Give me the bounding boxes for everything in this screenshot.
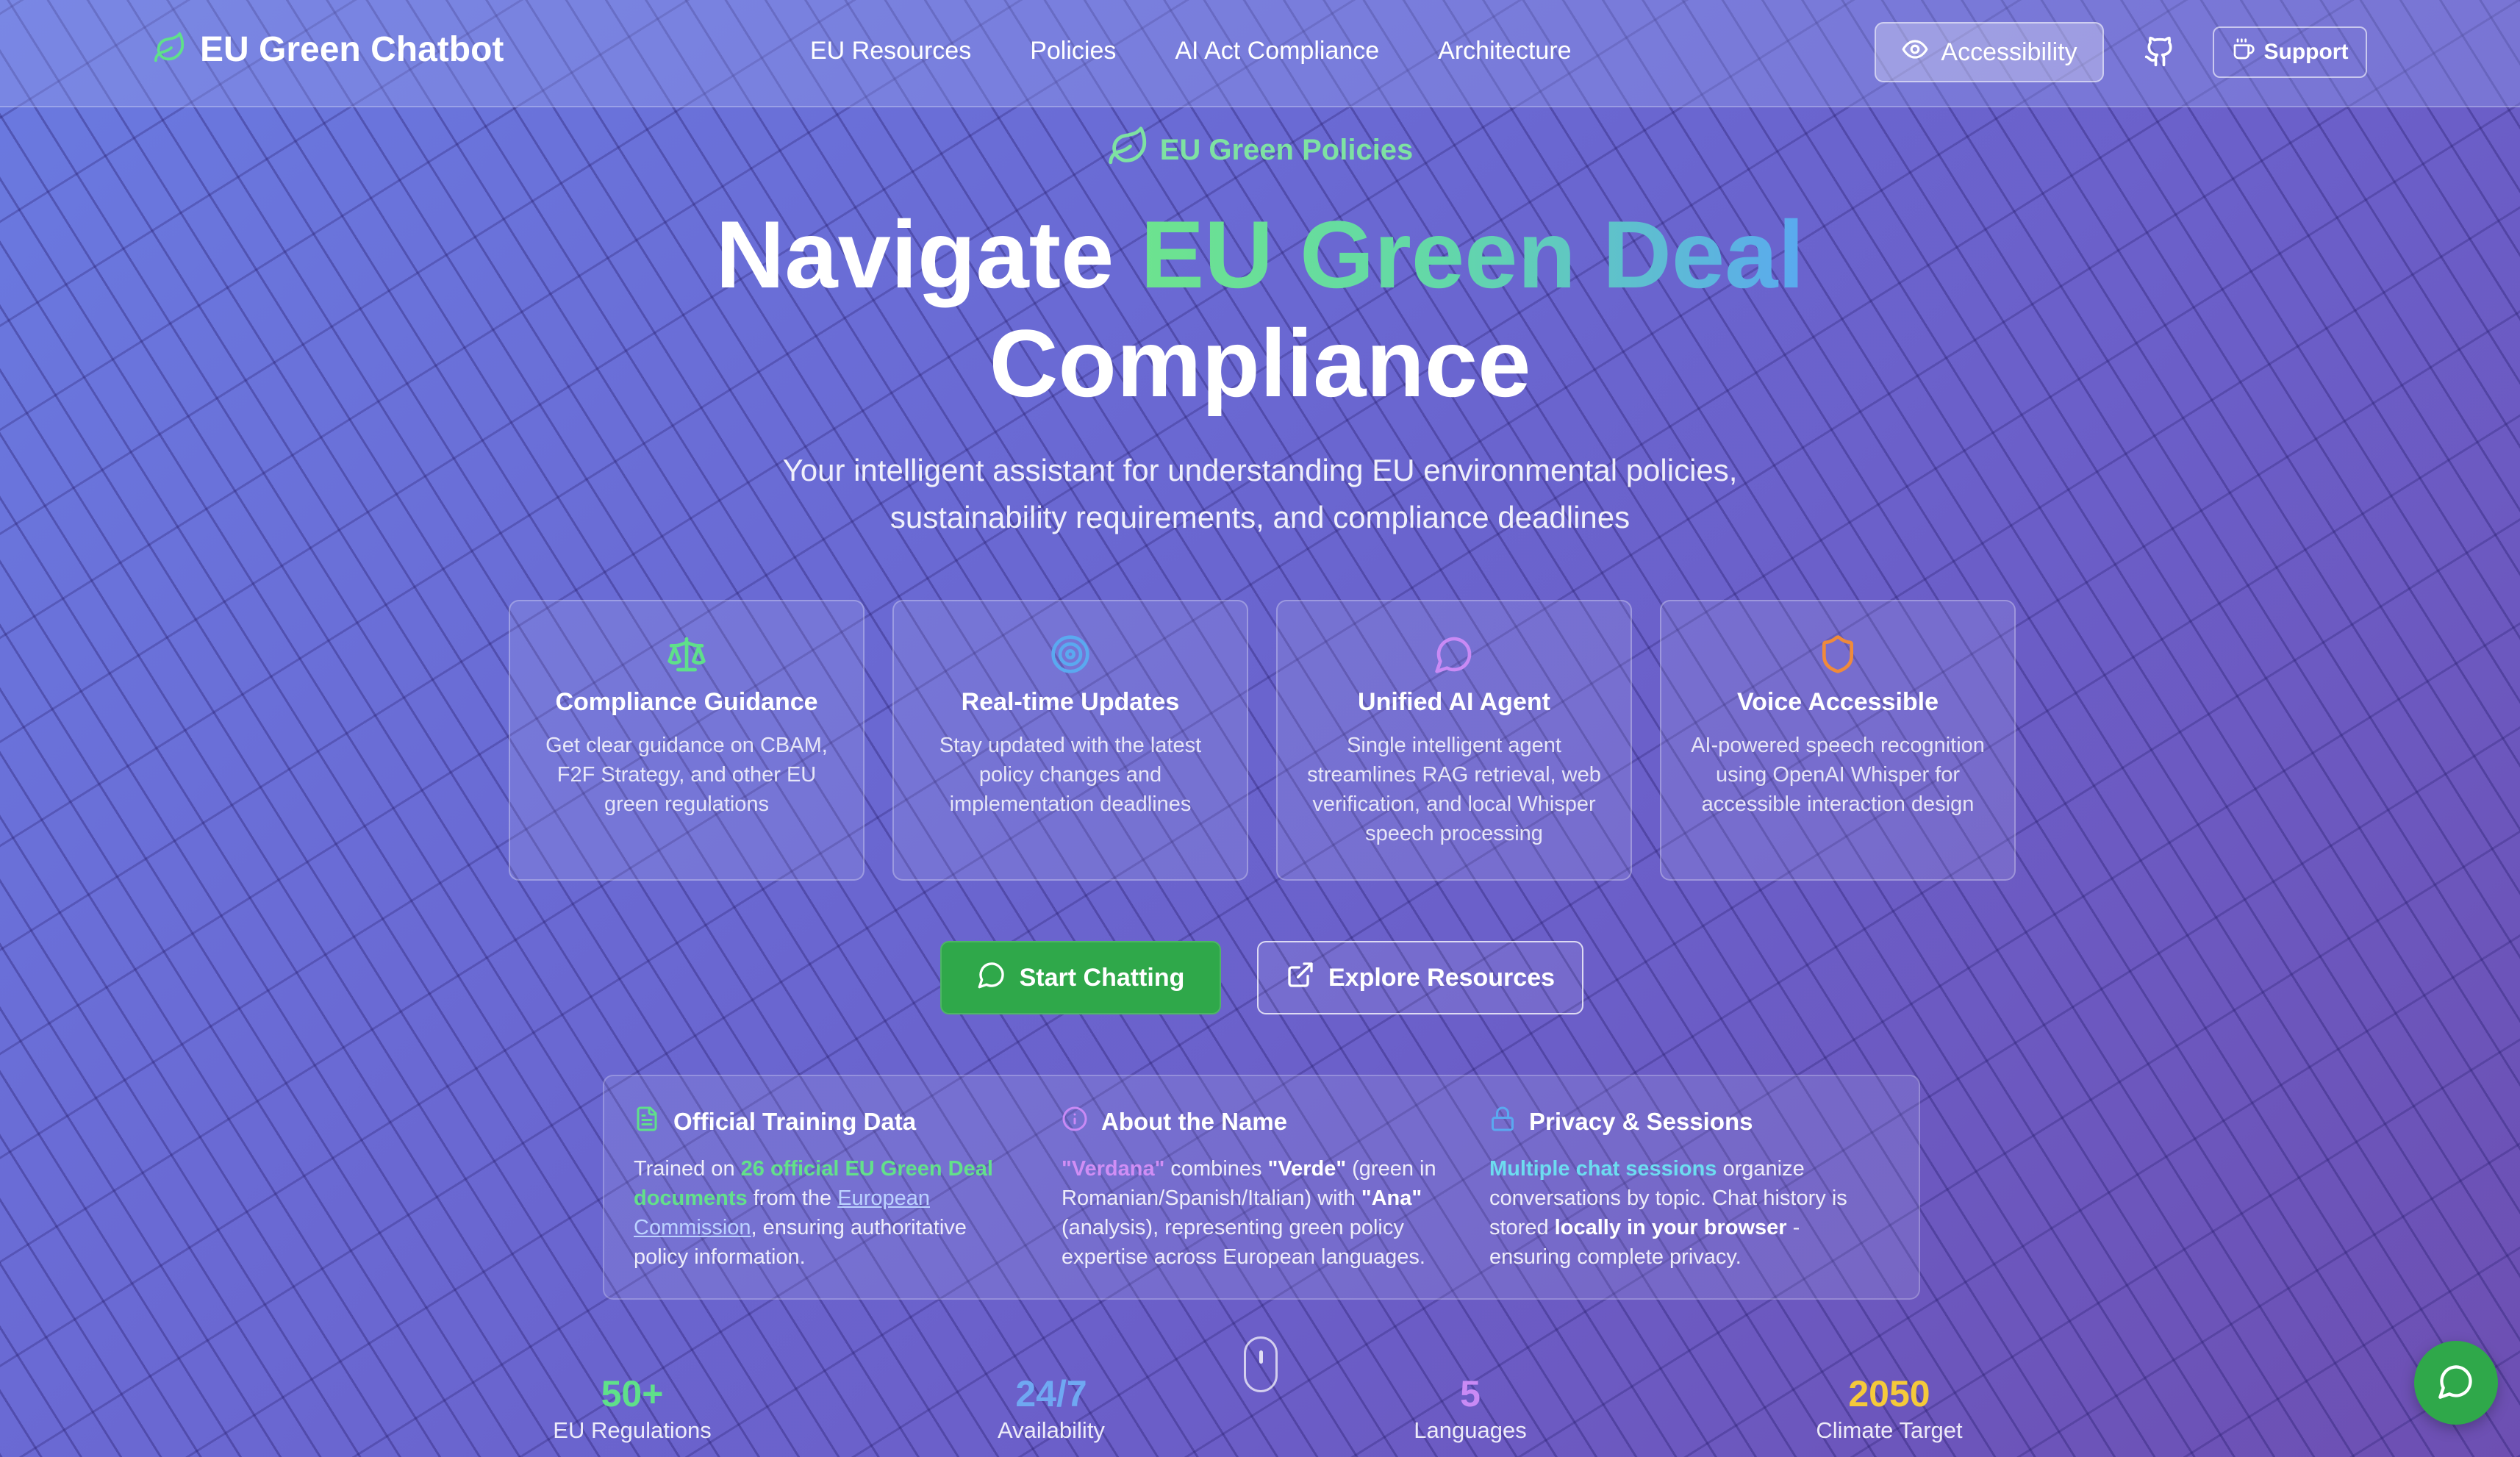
start-chatting-button[interactable]: Start Chatting bbox=[940, 941, 1221, 1014]
shield-icon bbox=[1661, 634, 2014, 675]
nav-link-policies[interactable]: Policies bbox=[1030, 37, 1116, 65]
chat-launcher-button[interactable] bbox=[2414, 1341, 2498, 1425]
stat-value: 24/7 bbox=[1015, 1373, 1087, 1414]
info-panel: Official Training Data Trained on 26 off… bbox=[603, 1075, 1920, 1300]
info-body: Multiple chat sessions organize conversa… bbox=[1489, 1154, 1864, 1272]
text: Trained on bbox=[634, 1157, 741, 1181]
bold-text: "Verde" bbox=[1267, 1157, 1347, 1181]
highlight-text: "Verdana" bbox=[1062, 1157, 1165, 1181]
scroll-indicator-icon bbox=[1244, 1336, 1278, 1392]
stat-availability: 24/7 Availability bbox=[941, 1372, 1161, 1445]
hero-eyebrow: EU Green Policies bbox=[0, 125, 2520, 175]
accessibility-label: Accessibility bbox=[1941, 37, 2077, 66]
feature-title: Real-time Updates bbox=[961, 688, 1180, 716]
start-chatting-label: Start Chatting bbox=[1019, 963, 1185, 992]
chat-bubble-icon bbox=[2437, 1362, 2475, 1404]
stat-label: Climate Target bbox=[1816, 1417, 1963, 1443]
hero-subtitle-line1: Your intelligent assistant for understan… bbox=[782, 453, 1738, 487]
stat-value: 2050 bbox=[1848, 1373, 1930, 1414]
bold-text: locally in your browser bbox=[1554, 1216, 1787, 1239]
info-icon bbox=[1062, 1106, 1088, 1138]
lock-icon bbox=[1489, 1106, 1516, 1138]
external-link-icon bbox=[1286, 960, 1315, 996]
eye-icon bbox=[1901, 35, 1929, 70]
coffee-icon bbox=[2232, 37, 2255, 67]
stat-label: Languages bbox=[1414, 1417, 1527, 1443]
info-privacy: Privacy & Sessions Multiple chat session… bbox=[1489, 1106, 1864, 1272]
feature-desc: AI-powered speech recognition using Open… bbox=[1691, 734, 1985, 816]
text: from the bbox=[747, 1186, 838, 1210]
hero-title-highlight: EU Green Deal bbox=[1140, 201, 1805, 308]
accessibility-button[interactable]: Accessibility bbox=[1875, 22, 2104, 82]
support-button[interactable]: Support bbox=[2213, 26, 2367, 78]
feature-desc: Stay updated with the latest policy chan… bbox=[939, 734, 1202, 816]
stat-regulations: 50+ EU Regulations bbox=[522, 1372, 742, 1445]
stat-climate-target: 2050 Climate Target bbox=[1779, 1372, 2000, 1445]
text: combines bbox=[1164, 1157, 1268, 1181]
stat-value: 50+ bbox=[601, 1373, 664, 1414]
document-icon bbox=[634, 1106, 660, 1138]
info-title: Privacy & Sessions bbox=[1529, 1108, 1753, 1135]
brand-name: EU Green Chatbot bbox=[200, 30, 504, 69]
feature-title: Compliance Guidance bbox=[555, 688, 818, 716]
scale-icon bbox=[510, 634, 863, 675]
stat-value: 5 bbox=[1460, 1373, 1481, 1414]
explore-resources-label: Explore Resources bbox=[1328, 963, 1556, 992]
feature-card-compliance: Compliance Guidance Get clear guidance o… bbox=[509, 600, 865, 881]
github-icon[interactable] bbox=[2144, 35, 2176, 68]
stat-label: Availability bbox=[998, 1417, 1105, 1443]
text: (analysis), representing green policy ex… bbox=[1062, 1216, 1425, 1269]
hero-title: Navigate EU Green Deal bbox=[0, 200, 2520, 309]
target-icon bbox=[894, 634, 1247, 675]
leaf-icon bbox=[1107, 125, 1150, 175]
bold-text: "Ana" bbox=[1361, 1186, 1422, 1210]
chat-bubble-icon bbox=[977, 960, 1006, 996]
support-label: Support bbox=[2263, 40, 2349, 64]
feature-desc: Single intelligent agent streamlines RAG… bbox=[1307, 734, 1601, 845]
feature-card-voice: Voice Accessible AI-powered speech recog… bbox=[1660, 600, 2016, 881]
eyebrow-label: EU Green Policies bbox=[1159, 133, 1414, 166]
info-training: Official Training Data Trained on 26 off… bbox=[634, 1106, 1009, 1272]
hero-subtitle-line2: sustainability requirements, and complia… bbox=[889, 500, 1631, 534]
brand[interactable]: EU Green Chatbot bbox=[153, 29, 504, 70]
hero-title-line2: Compliance bbox=[989, 309, 1531, 417]
info-title: About the Name bbox=[1101, 1108, 1288, 1135]
nav-link-architecture[interactable]: Architecture bbox=[1438, 37, 1571, 65]
info-title: Official Training Data bbox=[673, 1108, 917, 1135]
feature-desc: Get clear guidance on CBAM, F2F Strategy… bbox=[545, 734, 828, 816]
feature-card-updates: Real-time Updates Stay updated with the … bbox=[892, 600, 1248, 881]
leaf-icon bbox=[153, 31, 187, 68]
feature-title: Voice Accessible bbox=[1736, 688, 1939, 716]
nav-link-ai-act-compliance[interactable]: AI Act Compliance bbox=[1175, 37, 1379, 65]
nav-links: EU Resources Policies AI Act Compliance … bbox=[810, 37, 1572, 65]
highlight-text: Multiple chat sessions bbox=[1489, 1157, 1717, 1181]
info-body: "Verdana" combines "Verde" (green in Rom… bbox=[1062, 1154, 1436, 1272]
stat-label: EU Regulations bbox=[553, 1417, 712, 1443]
hero-title-plain: Navigate bbox=[715, 201, 1141, 308]
explore-resources-button[interactable]: Explore Resources bbox=[1257, 941, 1583, 1014]
feature-card-ai-agent: Unified AI Agent Single intelligent agen… bbox=[1276, 600, 1632, 881]
chat-bubble-icon bbox=[1278, 634, 1631, 675]
stat-languages: 5 Languages bbox=[1360, 1372, 1581, 1445]
info-name: About the Name "Verdana" combines "Verde… bbox=[1062, 1106, 1436, 1272]
nav-link-eu-resources[interactable]: EU Resources bbox=[810, 37, 971, 65]
feature-title: Unified AI Agent bbox=[1358, 688, 1550, 716]
info-body: Trained on 26 official EU Green Deal doc… bbox=[634, 1154, 1009, 1272]
top-navbar: EU Green Chatbot EU Resources Policies A… bbox=[0, 0, 2520, 107]
